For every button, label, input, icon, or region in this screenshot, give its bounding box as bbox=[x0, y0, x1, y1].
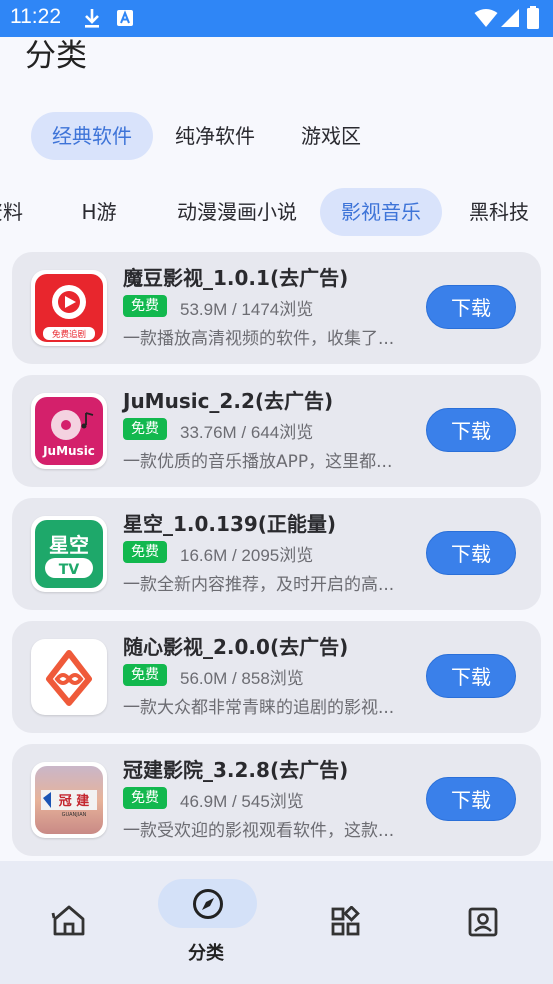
bottom-navigation: 分类 bbox=[0, 861, 553, 984]
download-button[interactable]: 下载 bbox=[426, 408, 516, 452]
app-card[interactable]: 星空 TV 星空_1.0.139(正能量) 免费 16.6M / 2095浏览 … bbox=[12, 498, 541, 610]
xingkong-app-icon: 星空 TV bbox=[35, 520, 103, 588]
free-badge: 免费 bbox=[123, 664, 167, 686]
app-stats: 33.76M / 644浏览 bbox=[180, 423, 314, 442]
tab-classic-software[interactable]: 经典软件 bbox=[31, 112, 153, 160]
app-icon: 冠 建 GUANJIAN bbox=[31, 762, 107, 838]
app-description: 一款优质的音乐播放APP，这里都... bbox=[123, 452, 393, 472]
suixin-app-icon bbox=[35, 643, 103, 711]
app-icon: 免费追剧 bbox=[31, 270, 107, 346]
app-description: 一款全新内容推荐，及时开启的高... bbox=[123, 575, 395, 595]
compass-icon bbox=[193, 889, 223, 919]
app-name: 魔豆影视_1.0.1(去广告) bbox=[123, 266, 349, 290]
download-button[interactable]: 下载 bbox=[426, 531, 516, 575]
free-badge: 免费 bbox=[123, 787, 167, 809]
app-card[interactable]: JuMusic JuMusic_2.2(去广告) 免费 33.76M / 644… bbox=[12, 375, 541, 487]
jumusic-app-icon: JuMusic bbox=[35, 397, 103, 465]
modou-app-icon: 免费追剧 bbox=[35, 274, 103, 342]
download-button[interactable]: 下载 bbox=[426, 777, 516, 821]
battery-icon bbox=[527, 6, 539, 29]
app-icon: JuMusic bbox=[31, 393, 107, 469]
tab-anime-comics-novels[interactable]: 动漫漫画小说 bbox=[164, 188, 310, 236]
page-title: 分类 bbox=[25, 38, 87, 74]
app-description: 一款受欢迎的影视观看软件，这款... bbox=[123, 821, 395, 841]
secondary-tab-bar[interactable]: 资料 H游 动漫漫画小说 影视音乐 黑科技 bbox=[0, 188, 553, 238]
app-stats: 56.0M / 858浏览 bbox=[180, 669, 304, 688]
free-badge: 免费 bbox=[123, 295, 167, 317]
nav-profile[interactable] bbox=[445, 861, 525, 981]
app-description: 一款大众都非常青睐的追剧的影视... bbox=[123, 698, 395, 718]
tab-black-tech[interactable]: 黑科技 bbox=[454, 188, 544, 236]
tab-game-zone[interactable]: 游戏区 bbox=[286, 112, 376, 160]
status-time: 11:22 bbox=[10, 5, 61, 28]
app-name: JuMusic_2.2(去广告) bbox=[123, 389, 334, 413]
download-icon bbox=[85, 9, 99, 28]
nav-home[interactable] bbox=[30, 861, 110, 981]
app-name: 星空_1.0.139(正能量) bbox=[123, 512, 337, 536]
tab-film-music[interactable]: 影视音乐 bbox=[320, 188, 442, 236]
tab-h-games[interactable]: H游 bbox=[64, 188, 134, 236]
primary-tab-bar: 经典软件 纯净软件 游戏区 bbox=[0, 112, 553, 162]
free-badge: 免费 bbox=[123, 418, 167, 440]
apps-grid-icon bbox=[331, 906, 360, 936]
app-icon bbox=[31, 639, 107, 715]
nav-category-label: 分类 bbox=[188, 943, 224, 964]
download-button[interactable]: 下载 bbox=[426, 654, 516, 698]
wifi-icon bbox=[474, 9, 498, 27]
app-icon-caption: JuMusic bbox=[42, 444, 95, 458]
app-name: 冠建影院_3.2.8(去广告) bbox=[123, 758, 349, 782]
app-card[interactable]: 冠 建 GUANJIAN 冠建影院_3.2.8(去广告) 免费 46.9M / … bbox=[12, 744, 541, 856]
tab-resources[interactable]: 资料 bbox=[0, 188, 30, 236]
app-icon-caption: 免费追剧 bbox=[52, 329, 86, 340]
app-description: 一款播放高清视频的软件，收集了... bbox=[123, 329, 395, 349]
signal-icon bbox=[501, 9, 519, 27]
tab-pure-software[interactable]: 纯净软件 bbox=[160, 112, 270, 160]
app-name: 随心影视_2.0.0(去广告) bbox=[123, 635, 349, 659]
download-button[interactable]: 下载 bbox=[426, 285, 516, 329]
home-icon bbox=[51, 905, 87, 936]
profile-icon bbox=[468, 907, 498, 937]
app-card[interactable]: 随心影视_2.0.0(去广告) 免费 56.0M / 858浏览 一款大众都非常… bbox=[12, 621, 541, 733]
app-icon: 星空 TV bbox=[31, 516, 107, 592]
nav-apps[interactable] bbox=[305, 861, 385, 981]
app-stats: 16.6M / 2095浏览 bbox=[180, 546, 314, 565]
app-icon-caption-2: GUANJIAN bbox=[62, 812, 87, 818]
app-icon-caption: 冠 建 bbox=[59, 793, 90, 809]
free-badge: 免费 bbox=[123, 541, 167, 563]
app-stats: 46.9M / 545浏览 bbox=[180, 792, 304, 811]
notification-app-icon bbox=[117, 10, 133, 26]
app-card[interactable]: 免费追剧 魔豆影视_1.0.1(去广告) 免费 53.9M / 1474浏览 一… bbox=[12, 252, 541, 364]
app-icon-caption-2: TV bbox=[59, 562, 80, 578]
guanjian-app-icon: 冠 建 GUANJIAN bbox=[35, 766, 103, 834]
app-stats: 53.9M / 1474浏览 bbox=[180, 300, 314, 319]
app-icon-caption: 星空 bbox=[49, 533, 89, 557]
